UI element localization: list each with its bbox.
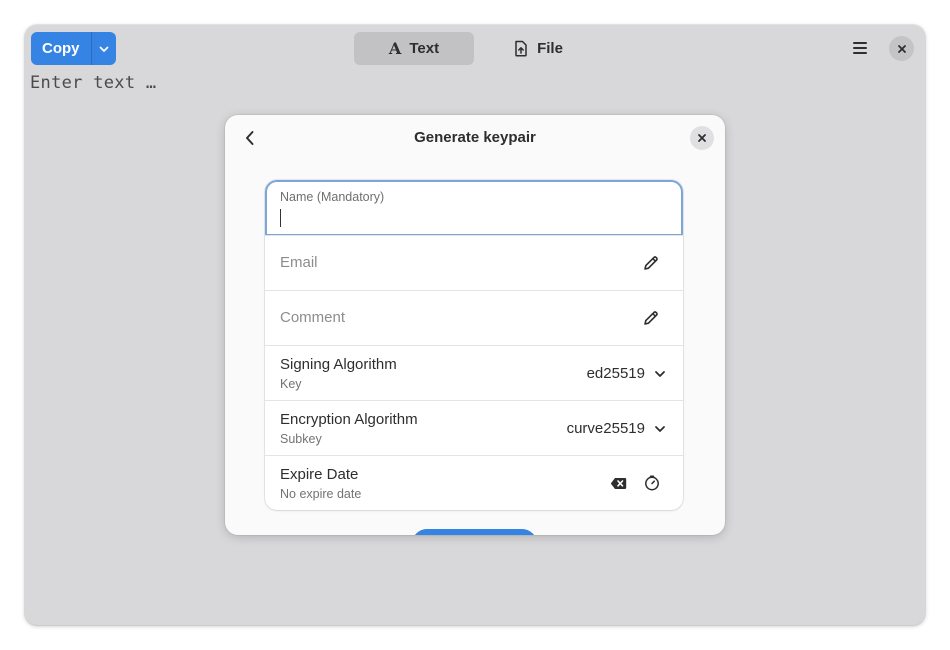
app-window: Copy A Text File Enter text … Generate k… (25, 25, 925, 625)
encryption-algorithm-title: Encryption Algorithm (280, 411, 418, 428)
email-placeholder: Email (280, 254, 318, 271)
window-close-button[interactable] (889, 36, 914, 61)
clear-expire-date-button[interactable] (607, 472, 629, 494)
signing-algorithm-title: Signing Algorithm (280, 356, 397, 373)
set-expire-date-button[interactable] (641, 472, 663, 494)
generate-keypair-dialog: Generate keypair Name (Mandatory) Email … (225, 115, 725, 535)
keypair-form: Name (Mandatory) Email Comment Signing A… (265, 180, 683, 510)
signing-algorithm-value: ed25519 (586, 365, 645, 382)
expire-date-subtitle: No expire date (280, 487, 362, 501)
close-icon (897, 44, 906, 53)
name-field-label: Name (Mandatory) (280, 190, 385, 204)
copy-options-button[interactable] (90, 32, 116, 65)
file-upload-icon (515, 40, 527, 57)
email-field[interactable]: Email (265, 235, 683, 290)
chevron-down-icon (655, 371, 665, 377)
signing-algorithm-subtitle: Key (280, 377, 302, 391)
tab-file-label: File (537, 40, 563, 57)
encryption-algorithm-row[interactable]: Encryption Algorithm Subkey curve25519 (265, 400, 683, 455)
dialog-close-button[interactable] (690, 126, 714, 150)
close-icon (698, 134, 706, 142)
pencil-edit-icon[interactable] (642, 254, 660, 272)
generate-button[interactable] (412, 529, 537, 535)
text-editor-placeholder[interactable]: Enter text … (30, 73, 156, 93)
chevron-down-icon (655, 426, 665, 432)
encryption-algorithm-value: curve25519 (566, 420, 645, 437)
text-cursor (280, 209, 281, 227)
signing-algorithm-row[interactable]: Signing Algorithm Key ed25519 (265, 345, 683, 400)
comment-field[interactable]: Comment (265, 290, 683, 345)
comment-placeholder: Comment (280, 309, 346, 326)
copy-split-button: Copy (31, 32, 116, 65)
copy-button[interactable]: Copy (31, 32, 91, 65)
dialog-title: Generate keypair (414, 129, 536, 146)
name-field[interactable]: Name (Mandatory) (265, 180, 683, 236)
expire-date-row: Expire Date No expire date (265, 455, 683, 510)
mode-switcher: A Text File (354, 32, 598, 65)
tab-text[interactable]: A Text (354, 32, 474, 65)
text-format-icon: A (388, 39, 402, 58)
hamburger-menu-icon (853, 42, 867, 54)
chevron-down-icon (99, 46, 108, 52)
expire-date-title: Expire Date (280, 466, 359, 483)
pencil-edit-icon[interactable] (642, 309, 660, 327)
timer-icon (645, 475, 659, 491)
backspace-clear-icon (610, 477, 626, 489)
main-menu-button[interactable] (847, 36, 873, 60)
encryption-algorithm-subtitle: Subkey (280, 432, 322, 446)
tab-text-label: Text (409, 40, 440, 57)
tab-file[interactable]: File (478, 32, 598, 65)
